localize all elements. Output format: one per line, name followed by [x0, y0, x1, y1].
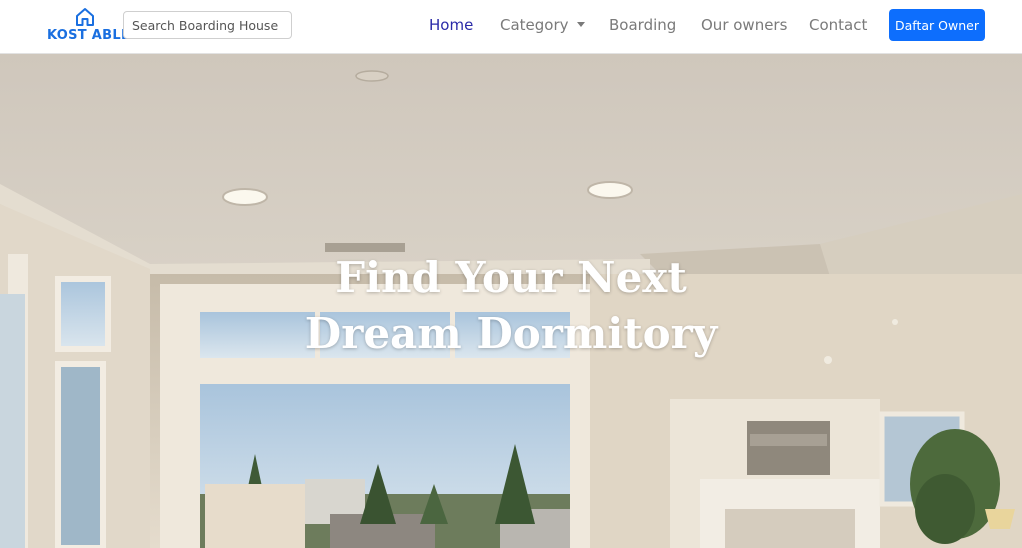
nav-contact[interactable]: Contact [809, 16, 867, 34]
brand-logo[interactable]: KOST ABLE [47, 6, 130, 46]
house-icon [76, 8, 94, 26]
brand-name: KOST ABLE [47, 28, 131, 43]
hero-heading-line-2: Dream Dormitory [304, 309, 718, 358]
chevron-down-icon [576, 22, 585, 27]
hero-heading: Find Your Next Dream Dormitory [0, 250, 1022, 362]
nav-category-dropdown[interactable]: Category [500, 16, 585, 34]
nav-boarding[interactable]: Boarding [609, 16, 676, 34]
search-input[interactable] [123, 11, 292, 39]
hero-heading-line-1: Find Your Next [335, 253, 687, 302]
navbar: KOST ABLE Home Category Boarding Our own… [0, 0, 1022, 54]
nav-category-label: Category [500, 16, 569, 34]
hero-section: Find Your Next Dream Dormitory [0, 54, 1022, 548]
daftar-owner-button[interactable]: Daftar Owner [889, 9, 985, 41]
nav-home[interactable]: Home [429, 16, 473, 34]
nav-our-owners[interactable]: Our owners [701, 16, 787, 34]
